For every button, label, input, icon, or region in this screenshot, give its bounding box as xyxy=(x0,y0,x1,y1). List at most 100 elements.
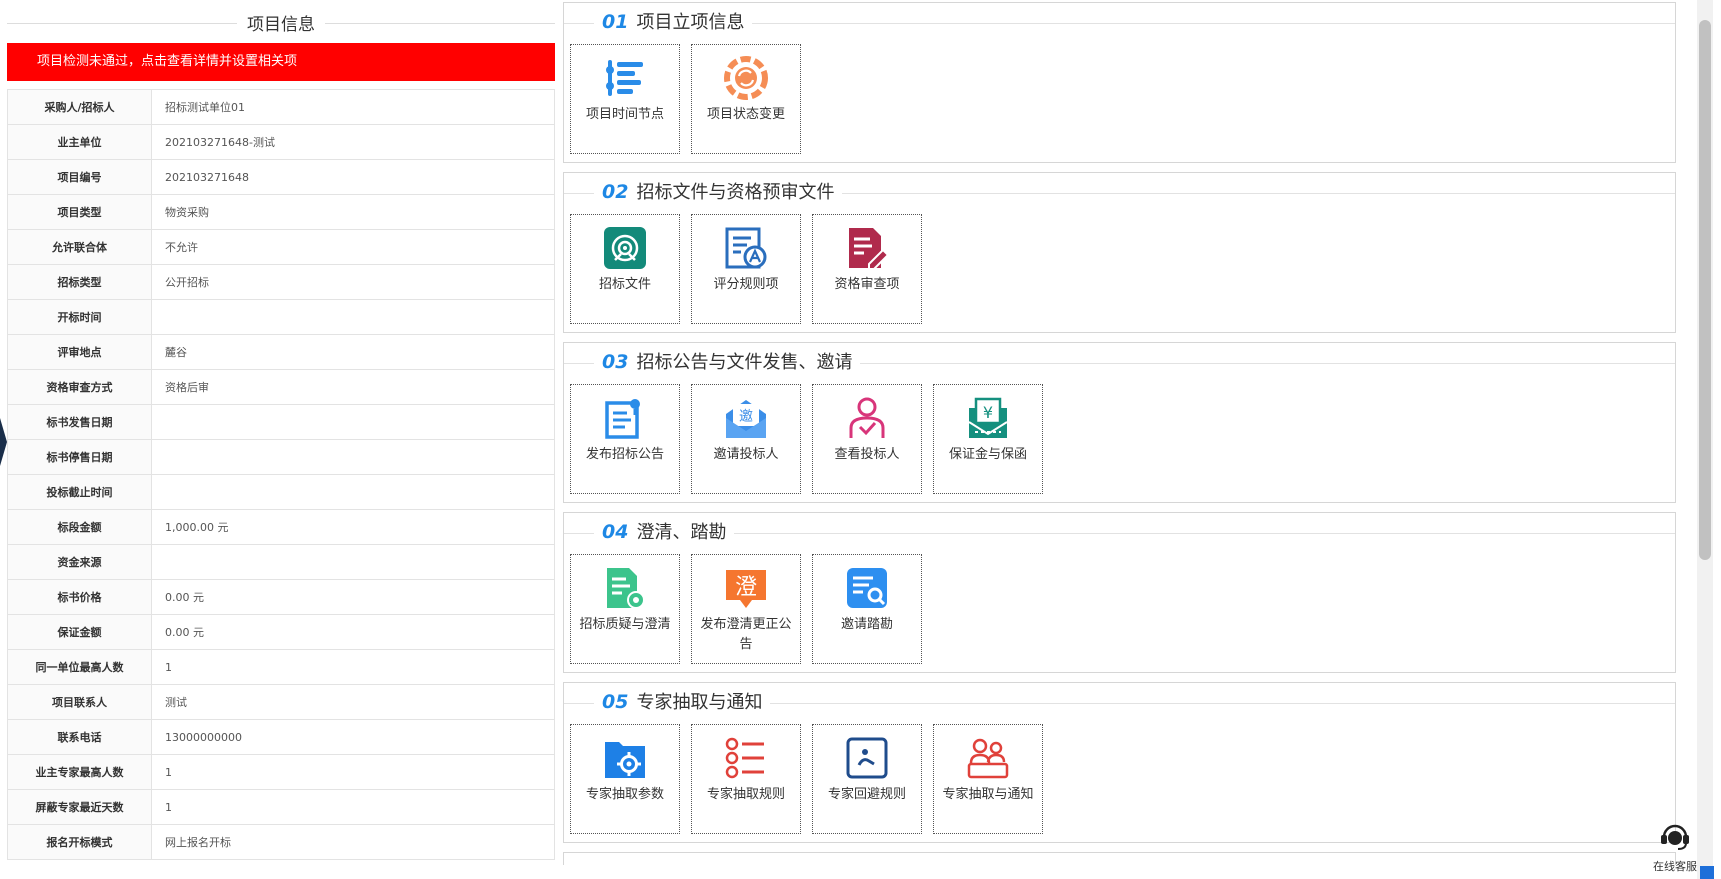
module-tile[interactable]: 专家抽取参数 xyxy=(570,724,680,834)
section-title-text: 招标文件与资格预审文件 xyxy=(636,182,835,203)
info-row-value: 不允许 xyxy=(151,229,555,265)
section-title-text: 项目立项信息 xyxy=(636,12,745,33)
list-rule-icon xyxy=(724,736,768,780)
module-tile[interactable]: 发布招标公告 xyxy=(570,384,680,494)
tile-label: 招标质疑与澄清 xyxy=(579,617,671,632)
detection-alert-banner[interactable]: 项目检测未通过，点击查看详情并设置相关项 xyxy=(7,43,555,81)
section-header: 03 招标公告与文件发售、邀请 xyxy=(564,343,1675,383)
info-row-label: 业主专家最高人数 xyxy=(7,754,152,790)
panel-title-text: 项目信息 xyxy=(237,10,325,35)
workflow-section: 05 专家抽取与通知 专家抽取参数 专家抽取规则 专家回避规则 专家抽取与通知 xyxy=(563,682,1676,843)
info-row-label: 标书发售日期 xyxy=(7,404,152,440)
info-row: 允许联合体 不允许 xyxy=(7,229,555,265)
info-row-label: 招标类型 xyxy=(7,264,152,300)
svg-text:¥: ¥ xyxy=(983,403,993,422)
info-row: 开标时间 xyxy=(7,299,555,335)
online-service-button[interactable]: 在线客服 xyxy=(1650,820,1700,874)
info-row-value: 1 xyxy=(151,649,555,685)
panel-title: 项目信息 xyxy=(7,8,555,38)
info-row: 业主单位 202103271648-测试 xyxy=(7,124,555,160)
experts-notify-icon xyxy=(966,736,1010,780)
project-info-table: 采购人/招标人 招标测试单位01 业主单位 202103271648-测试 项目编号 20… xyxy=(7,89,555,860)
info-row: 投标截止时间 xyxy=(7,474,555,510)
module-tile[interactable]: 专家抽取规则 xyxy=(691,724,801,834)
workflow-section: 02 招标文件与资格预审文件招标文件 评分规则项 资格审查项 xyxy=(563,172,1676,333)
workflow-section: 03 招标公告与文件发售、邀请 发布招标公告邀邀请投标人 查看投标人 ¥ 保证金与保函 xyxy=(563,342,1676,503)
section-title: 05 专家抽取与通知 xyxy=(594,689,771,716)
module-tile[interactable]: 查看投标人 xyxy=(812,384,922,494)
section-title: 04 澄清、踏勘 xyxy=(594,519,735,546)
info-row-label: 投标截止时间 xyxy=(7,474,152,510)
tile-label: 保证金与保函 xyxy=(948,447,1027,462)
module-tile[interactable]: ¥ 保证金与保函 xyxy=(933,384,1043,494)
module-tile[interactable]: 邀请踏勘 xyxy=(812,554,922,664)
corner-badge xyxy=(1700,866,1714,879)
info-row: 同一单位最高人数 1 xyxy=(7,649,555,685)
module-tile[interactable]: 专家抽取与通知 xyxy=(933,724,1043,834)
info-row-value: 0.00 元 xyxy=(151,579,555,615)
info-row-value: 资格后审 xyxy=(151,369,555,405)
section-number: 01 xyxy=(602,11,629,33)
invite-mail-icon: 邀 xyxy=(724,396,768,440)
info-row-value: 0.00 元 xyxy=(151,614,555,650)
info-row-value: 202103271648 xyxy=(151,159,555,195)
info-row-label: 采购人/招标人 xyxy=(7,89,152,125)
info-row: 联系电话 13000000000 xyxy=(7,719,555,755)
tile-label: 专家抽取参数 xyxy=(585,787,664,802)
section-title-text: 澄清、踏勘 xyxy=(636,522,727,543)
info-row-value xyxy=(151,439,555,475)
info-row-label: 标段金额 xyxy=(7,509,152,545)
info-row: 屏蔽专家最近天数 1 xyxy=(7,789,555,825)
timeline-icon xyxy=(603,56,647,100)
workflow-section: 04 澄清、踏勘招标质疑与澄清 澄发布澄清更正公告 邀请踏勘 xyxy=(563,512,1676,673)
info-row-label: 业主单位 xyxy=(7,124,152,160)
side-collapse-tab[interactable] xyxy=(0,418,7,466)
info-row-label: 评审地点 xyxy=(7,334,152,370)
module-tile[interactable]: 资格审查项 xyxy=(812,214,922,324)
tile-label: 项目时间节点 xyxy=(585,107,664,122)
info-row-value: 网上报名开标 xyxy=(151,824,555,860)
info-row-label: 资金来源 xyxy=(7,544,152,580)
section-title: 02 招标文件与资格预审文件 xyxy=(594,179,843,206)
info-row-value: 测试 xyxy=(151,684,555,720)
module-tile[interactable]: 招标文件 xyxy=(570,214,680,324)
module-tile[interactable]: 邀邀请投标人 xyxy=(691,384,801,494)
scrollbar-thumb[interactable] xyxy=(1699,20,1711,560)
online-service-label: 在线客服 xyxy=(1653,860,1697,873)
section-number: 03 xyxy=(602,351,629,373)
info-row-label: 开标时间 xyxy=(7,299,152,335)
module-tile[interactable]: 项目状态变更 xyxy=(691,44,801,154)
info-row-label: 项目编号 xyxy=(7,159,152,195)
module-tile[interactable]: 项目时间节点 xyxy=(570,44,680,154)
info-row-label: 项目联系人 xyxy=(7,684,152,720)
tile-label: 发布招标公告 xyxy=(585,447,664,462)
module-tile[interactable]: 招标质疑与澄清 xyxy=(570,554,680,664)
info-row: 报名开标模式 网上报名开标 xyxy=(7,824,555,860)
section-title-text: 招标公告与文件发售、邀请 xyxy=(636,352,853,373)
tile-row: 招标文件 评分规则项 资格审查项 xyxy=(564,213,1675,332)
info-row-value xyxy=(151,474,555,510)
scoring-rule-icon xyxy=(724,226,768,270)
module-tile[interactable]: 澄发布澄清更正公告 xyxy=(691,554,801,664)
info-row-value: 13000000000 xyxy=(151,719,555,755)
section-header: 04 澄清、踏勘 xyxy=(564,513,1675,553)
tile-label: 发布澄清更正公告 xyxy=(700,617,792,652)
bidder-check-icon xyxy=(845,396,889,440)
section-number: 02 xyxy=(602,181,629,203)
tile-label: 邀请投标人 xyxy=(713,447,779,462)
deposit-icon: ¥ xyxy=(966,396,1010,440)
info-row-label: 允许联合体 xyxy=(7,229,152,265)
info-row: 评审地点 麓谷 xyxy=(7,334,555,370)
module-tile[interactable]: 专家回避规则 xyxy=(812,724,922,834)
info-row: 资金来源 xyxy=(7,544,555,580)
module-tile[interactable]: 评分规则项 xyxy=(691,214,801,324)
section-title-text: 专家抽取与通知 xyxy=(636,692,763,713)
tile-row: 专家抽取参数 专家抽取规则 专家回避规则 专家抽取与通知 xyxy=(564,723,1675,842)
info-row-value: 麓谷 xyxy=(151,334,555,370)
tile-label: 招标文件 xyxy=(598,277,651,292)
tile-row: 招标质疑与澄清 澄发布澄清更正公告 邀请踏勘 xyxy=(564,553,1675,672)
tile-label: 项目状态变更 xyxy=(706,107,785,122)
info-row: 项目类型 物资采购 xyxy=(7,194,555,230)
info-row: 项目联系人 测试 xyxy=(7,684,555,720)
headset-icon xyxy=(1661,824,1689,850)
